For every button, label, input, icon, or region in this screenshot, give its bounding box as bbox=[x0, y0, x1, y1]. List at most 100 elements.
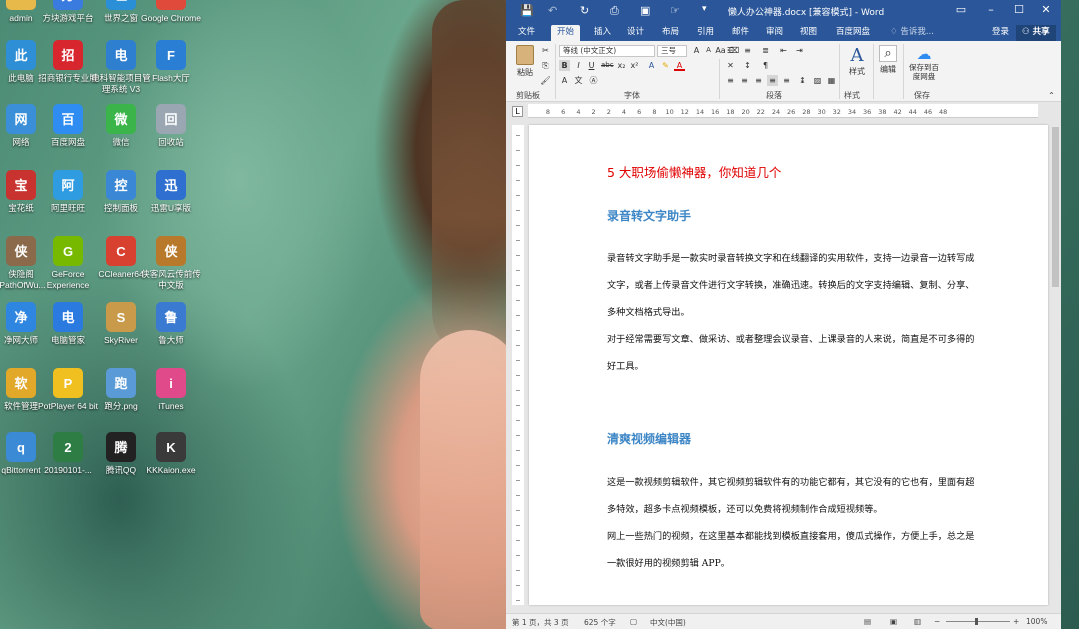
tab-design[interactable]: 设计 bbox=[621, 25, 650, 41]
word-count[interactable]: 625 个字 bbox=[584, 617, 616, 628]
tell-me-search[interactable]: ♢ 告诉我... bbox=[884, 25, 940, 41]
vertical-scrollbar[interactable] bbox=[1050, 125, 1061, 610]
font-name-combo[interactable]: 等线 (中文正文) bbox=[559, 45, 655, 57]
numbering-icon[interactable]: ≡ bbox=[742, 45, 753, 56]
zoom-in-icon[interactable]: + bbox=[1013, 617, 1019, 626]
highlight-icon[interactable]: ✎ bbox=[660, 60, 671, 71]
desktop-icon[interactable]: i iTunes bbox=[138, 368, 204, 412]
touch-mode-icon[interactable]: ☞ bbox=[670, 4, 680, 17]
desktop-icon[interactable]: 回回收站 bbox=[138, 104, 204, 148]
ribbon-display-icon[interactable]: ▭ bbox=[951, 3, 971, 16]
text-effects-icon[interactable]: A bbox=[646, 60, 657, 71]
strikethrough-icon[interactable]: abc bbox=[601, 60, 614, 71]
show-marks-icon[interactable]: ¶ bbox=[760, 60, 771, 71]
ruler-number: 44 bbox=[909, 108, 917, 116]
tab-references[interactable]: 引用 bbox=[691, 25, 720, 41]
zoom-level[interactable]: 100% bbox=[1026, 617, 1047, 626]
login-link[interactable]: 登录 bbox=[986, 25, 1015, 41]
share-button[interactable]: ⚇ 共享 bbox=[1016, 25, 1056, 41]
underline-icon[interactable]: U bbox=[586, 60, 597, 71]
print-preview-icon[interactable]: ⎙ bbox=[610, 4, 619, 18]
bold-icon[interactable]: B bbox=[559, 60, 570, 71]
increase-indent-icon[interactable]: ⇥ bbox=[794, 45, 805, 56]
desktop-icon[interactable]: F Flash大厅 bbox=[138, 40, 204, 84]
status-bar: 第 1 页，共 3 页 625 个字 ▢ 中文(中国) ▤ ▣ ▥ − + 10… bbox=[506, 613, 1061, 629]
subscript-icon[interactable]: x₂ bbox=[616, 60, 627, 71]
shading-icon[interactable]: ▨ bbox=[812, 75, 823, 86]
font-size-combo[interactable]: 三号 bbox=[657, 45, 687, 57]
page-count[interactable]: 第 1 页，共 3 页 bbox=[512, 617, 569, 628]
tab-layout[interactable]: 布局 bbox=[656, 25, 685, 41]
copy-icon[interactable]: ⎘ bbox=[540, 60, 551, 71]
web-layout-icon[interactable]: ▥ bbox=[914, 617, 921, 626]
maximize-button[interactable]: ☐ bbox=[1009, 3, 1029, 16]
tab-home[interactable]: 开始 bbox=[551, 25, 581, 41]
tab-baidu-netdisk[interactable]: 百度网盘 bbox=[830, 25, 876, 41]
borders-icon[interactable]: ▦ bbox=[826, 75, 837, 86]
read-mode-icon[interactable]: ▤ bbox=[864, 617, 871, 626]
proofing-icon[interactable]: ▢ bbox=[630, 617, 637, 626]
minimize-button[interactable]: – bbox=[981, 3, 1001, 16]
cut-icon[interactable]: ✂ bbox=[540, 45, 551, 56]
char-shading-icon[interactable]: A bbox=[559, 75, 570, 86]
save-to-baidu-button[interactable]: ☁ 保存到百度网盘 bbox=[907, 45, 941, 81]
zoom-slider-thumb[interactable] bbox=[975, 618, 978, 625]
bullets-icon[interactable]: ☰ bbox=[725, 45, 736, 56]
separator bbox=[555, 44, 556, 99]
ruler-tick bbox=[516, 240, 520, 241]
redo-icon[interactable]: ↻ bbox=[580, 4, 589, 17]
tab-review[interactable]: 审阅 bbox=[760, 25, 789, 41]
vertical-ruler[interactable] bbox=[512, 125, 524, 605]
format-painter-icon[interactable]: 🖌 bbox=[540, 75, 551, 86]
chinese-layout-icon[interactable]: ✕ bbox=[725, 60, 736, 71]
new-doc-icon[interactable]: ▣ bbox=[640, 4, 650, 17]
ruler-number: 38 bbox=[878, 108, 886, 116]
multilevel-list-icon[interactable]: ≣ bbox=[760, 45, 771, 56]
enclose-char-icon[interactable]: Ⓐ bbox=[588, 75, 599, 86]
align-right-icon[interactable]: ≡ bbox=[753, 75, 764, 86]
justify-icon[interactable]: ≡ bbox=[767, 75, 778, 86]
desktop-icon[interactable]: G Google Chrome bbox=[138, 0, 204, 24]
styles-button[interactable]: A 样式 bbox=[843, 45, 871, 77]
distributed-icon[interactable]: ≡ bbox=[781, 75, 792, 86]
zoom-slider[interactable] bbox=[946, 621, 1010, 622]
collapse-ribbon-icon[interactable]: ⌃ bbox=[1046, 90, 1057, 101]
undo-icon[interactable]: ↶ bbox=[548, 4, 557, 17]
font-color-icon[interactable]: A bbox=[674, 60, 685, 71]
sort-icon[interactable]: ↕ bbox=[742, 60, 753, 71]
desktop-icon[interactable]: K KKKaion.exe bbox=[138, 432, 204, 476]
close-button[interactable]: ✕ bbox=[1036, 3, 1056, 16]
edit-button[interactable]: ⌕ 编辑 bbox=[876, 45, 900, 75]
superscript-icon[interactable]: x² bbox=[629, 60, 640, 71]
desktop-icon[interactable]: 鲁鲁大师 bbox=[138, 302, 204, 346]
align-center-icon[interactable]: ≡ bbox=[739, 75, 750, 86]
horizontal-ruler[interactable]: 8 6 4 2 2 4 6 8 10 12 14 16 18 20 22 24 26 28 30 32 34 36 38 42… bbox=[528, 104, 1038, 118]
ruler-tick bbox=[516, 150, 520, 151]
zoom-out-icon[interactable]: − bbox=[934, 617, 940, 626]
line-spacing-icon[interactable]: ↨ bbox=[797, 75, 808, 86]
tab-selector[interactable]: L bbox=[512, 106, 523, 117]
shield-icon: 电 bbox=[53, 302, 83, 332]
ruler-tick bbox=[516, 180, 520, 181]
tab-file[interactable]: 文件 bbox=[512, 25, 541, 41]
grow-font-icon[interactable]: A bbox=[691, 45, 702, 56]
scrollbar-thumb[interactable] bbox=[1052, 127, 1059, 287]
align-left-icon[interactable]: ≡ bbox=[725, 75, 736, 86]
ruler-number: 28 bbox=[802, 108, 810, 116]
print-layout-icon[interactable]: ▣ bbox=[890, 617, 897, 626]
language[interactable]: 中文(中国) bbox=[650, 617, 686, 628]
tab-insert[interactable]: 插入 bbox=[588, 25, 617, 41]
tab-mailings[interactable]: 邮件 bbox=[726, 25, 755, 41]
shrink-font-icon[interactable]: A bbox=[703, 45, 714, 56]
document-page[interactable]: 5 大职场偷懒神器，你知道几个 录音转文字助手 录音转文字助手是一款实时录音转换… bbox=[529, 125, 1048, 605]
save-icon[interactable]: 💾 bbox=[520, 4, 534, 17]
desktop-icon[interactable]: 侠侠客风云传前传中文版 bbox=[138, 236, 204, 291]
ruler-number: 2 bbox=[607, 108, 611, 116]
tab-view[interactable]: 视图 bbox=[794, 25, 823, 41]
phonetic-guide-icon[interactable]: 文 bbox=[573, 75, 584, 86]
paste-button[interactable]: 粘贴 bbox=[514, 45, 536, 78]
desktop-icon[interactable]: 迅迅雷U享版 bbox=[138, 170, 204, 214]
decrease-indent-icon[interactable]: ⇤ bbox=[778, 45, 789, 56]
italic-icon[interactable]: I bbox=[573, 60, 584, 71]
ruler-tick bbox=[516, 135, 520, 136]
